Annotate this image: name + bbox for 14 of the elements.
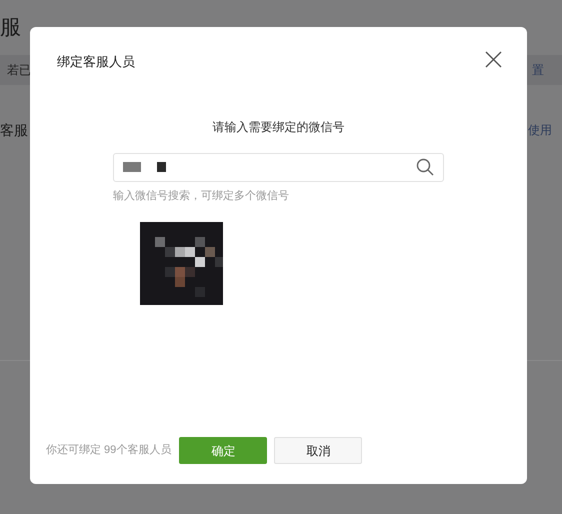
- prompt-text: 请输入需要绑定的微信号: [212, 118, 344, 136]
- dialog-title: 绑定客服人员: [57, 53, 135, 71]
- notice-link[interactable]: 置: [532, 61, 544, 79]
- section-title: 客服: [0, 120, 28, 140]
- confirm-button[interactable]: 确定: [179, 437, 268, 464]
- help-link[interactable]: 使用: [528, 121, 552, 139]
- remaining-count-text: 你还可绑定 99个客服人员: [46, 442, 172, 458]
- notice-text: 若已: [7, 62, 31, 79]
- search-icon[interactable]: [416, 158, 434, 176]
- hint-text: 输入微信号搜索，可绑定多个微信号: [113, 188, 290, 204]
- search-field[interactable]: [113, 152, 444, 182]
- close-icon[interactable]: [485, 50, 502, 68]
- page-title: 服: [0, 14, 21, 41]
- cancel-button[interactable]: 取消: [274, 437, 362, 464]
